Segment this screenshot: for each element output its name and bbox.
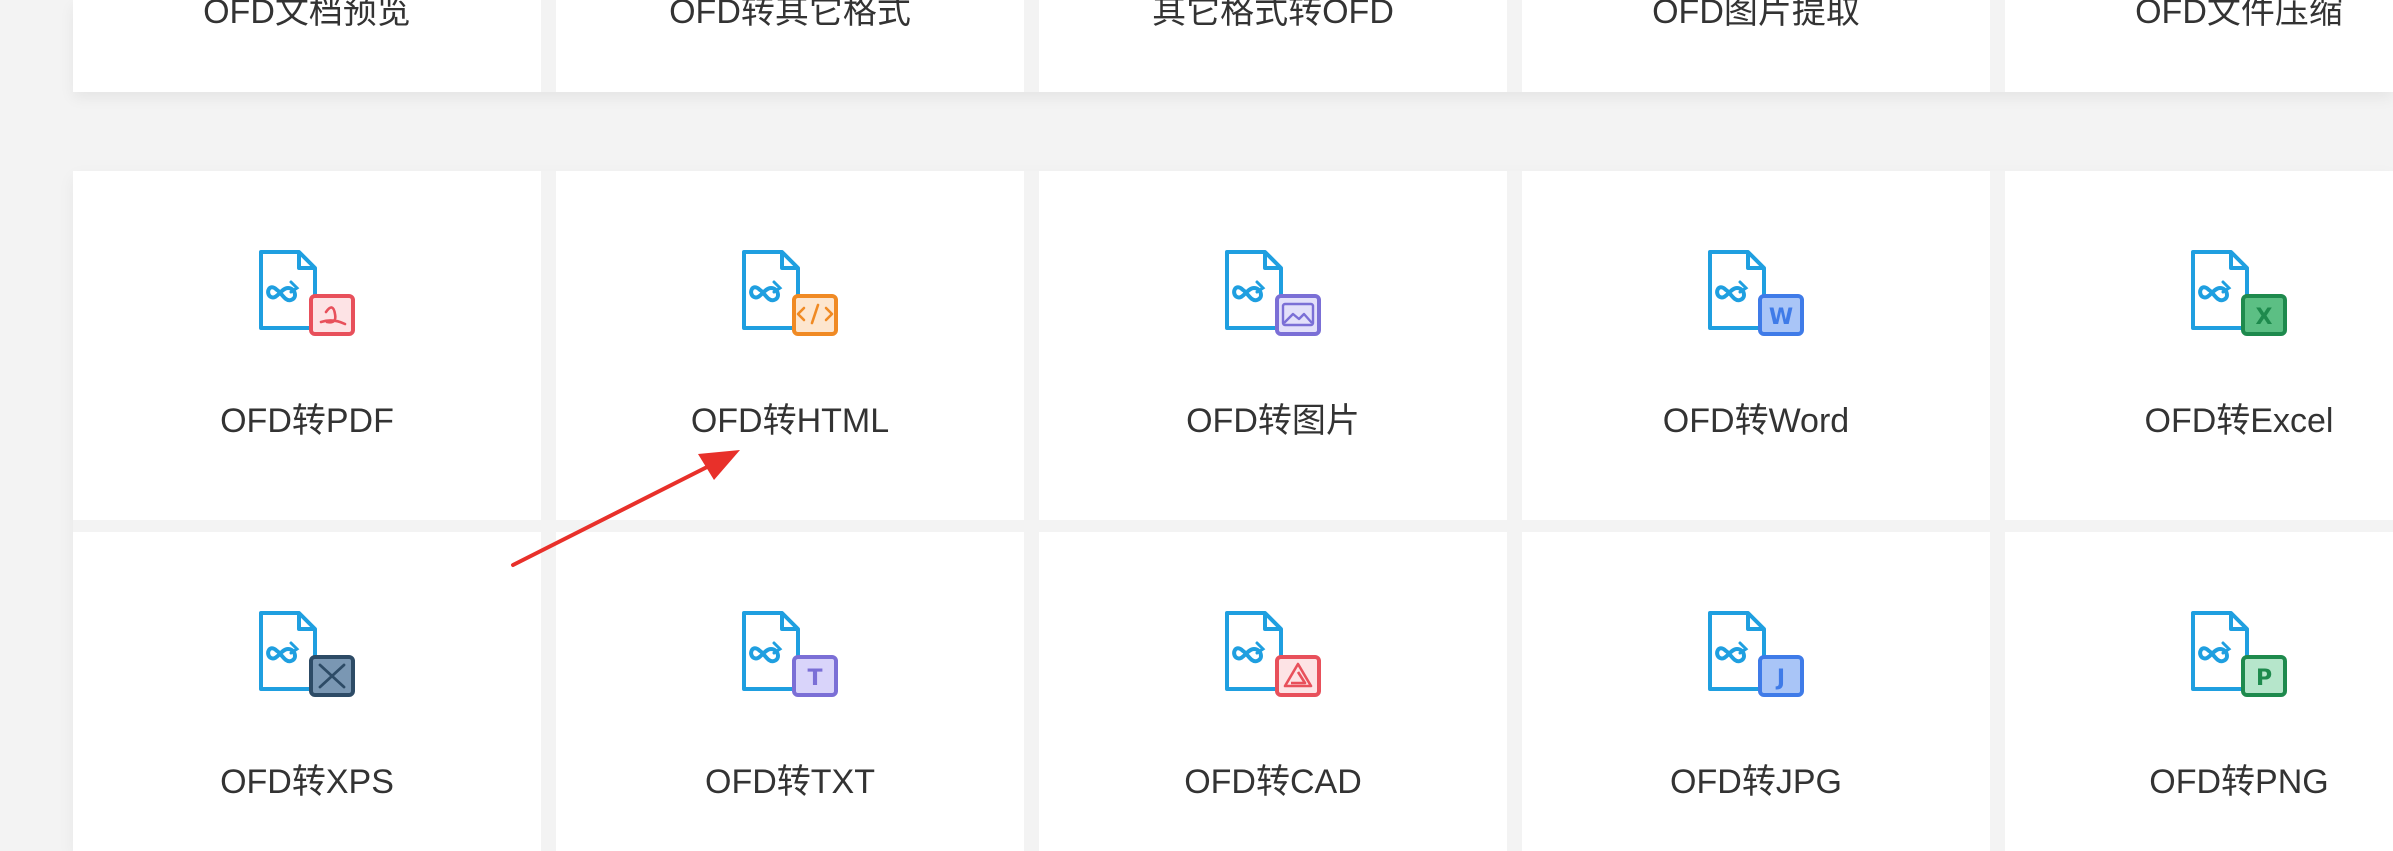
tool-label: OFD转CAD bbox=[1184, 763, 1362, 801]
tool-label: OFD转JPG bbox=[1670, 763, 1842, 801]
tool-label: OFD转XPS bbox=[220, 763, 394, 801]
conversion-tool-grid: OFD转PDF OFD转HTML OFD转图片 W OFD转Word X OFD… bbox=[73, 171, 2393, 851]
category-tabs: OFD文档预览 OFD转其它格式 其它格式转OFD OFD图片提取 OFD文件压… bbox=[73, 0, 2393, 92]
tab-ofd-preview[interactable]: OFD文档预览 bbox=[73, 0, 541, 92]
tool-card-ofd-to-word[interactable]: W OFD转Word bbox=[1522, 171, 1990, 520]
tool-card-ofd-to-cad[interactable]: OFD转CAD bbox=[1039, 532, 1507, 851]
tool-card-ofd-to-xps[interactable]: OFD转XPS bbox=[73, 532, 541, 851]
svg-text:P: P bbox=[2256, 666, 2272, 691]
tab-label: OFD图片提取 bbox=[1652, 0, 1860, 31]
tool-card-ofd-to-image[interactable]: OFD转图片 bbox=[1039, 171, 1507, 520]
tab-label: OFD文件压缩 bbox=[2135, 0, 2343, 31]
tool-card-ofd-to-png[interactable]: P OFD转PNG bbox=[2005, 532, 2393, 851]
tool-label: OFD转PNG bbox=[2149, 763, 2329, 801]
ofd-to-cad-icon bbox=[1221, 609, 1325, 701]
tool-card-ofd-to-excel[interactable]: X OFD转Excel bbox=[2005, 171, 2393, 520]
ofd-to-image-icon bbox=[1221, 248, 1325, 340]
tool-card-ofd-to-pdf[interactable]: OFD转PDF bbox=[73, 171, 541, 520]
svg-text:W: W bbox=[1769, 305, 1793, 330]
ofd-to-html-icon bbox=[738, 248, 842, 340]
tab-ofd-compress[interactable]: OFD文件压缩 bbox=[2005, 0, 2393, 92]
tool-label: OFD转Excel bbox=[2144, 402, 2334, 440]
tool-card-ofd-to-jpg[interactable]: J OFD转JPG bbox=[1522, 532, 1990, 851]
ofd-to-png-icon: P bbox=[2187, 609, 2291, 701]
tab-label: 其它格式转OFD bbox=[1152, 0, 1394, 31]
tab-other-to-ofd[interactable]: 其它格式转OFD bbox=[1039, 0, 1507, 92]
ofd-to-jpg-icon: J bbox=[1704, 609, 1808, 701]
tool-label: OFD转HTML bbox=[690, 402, 890, 440]
svg-text:T: T bbox=[807, 666, 822, 691]
ofd-to-pdf-icon bbox=[255, 248, 359, 340]
ofd-to-txt-icon: T bbox=[738, 609, 842, 701]
tab-label: OFD转其它格式 bbox=[669, 0, 911, 31]
tool-label: OFD转PDF bbox=[220, 402, 394, 440]
svg-text:X: X bbox=[2256, 305, 2273, 330]
tool-card-ofd-to-html[interactable]: OFD转HTML bbox=[556, 171, 1024, 520]
tab-label: OFD文档预览 bbox=[203, 0, 411, 31]
tab-ofd-image-extract[interactable]: OFD图片提取 bbox=[1522, 0, 1990, 92]
ofd-to-xps-icon bbox=[255, 609, 359, 701]
tool-label: OFD转TXT bbox=[705, 763, 875, 801]
tool-card-ofd-to-txt[interactable]: T OFD转TXT bbox=[556, 532, 1024, 851]
tool-label: OFD转Word bbox=[1662, 402, 1850, 440]
svg-text:J: J bbox=[1775, 666, 1785, 691]
tool-label: OFD转图片 bbox=[1186, 402, 1360, 440]
ofd-to-excel-icon: X bbox=[2187, 248, 2291, 340]
tab-ofd-to-other[interactable]: OFD转其它格式 bbox=[556, 0, 1024, 92]
ofd-to-word-icon: W bbox=[1704, 248, 1808, 340]
